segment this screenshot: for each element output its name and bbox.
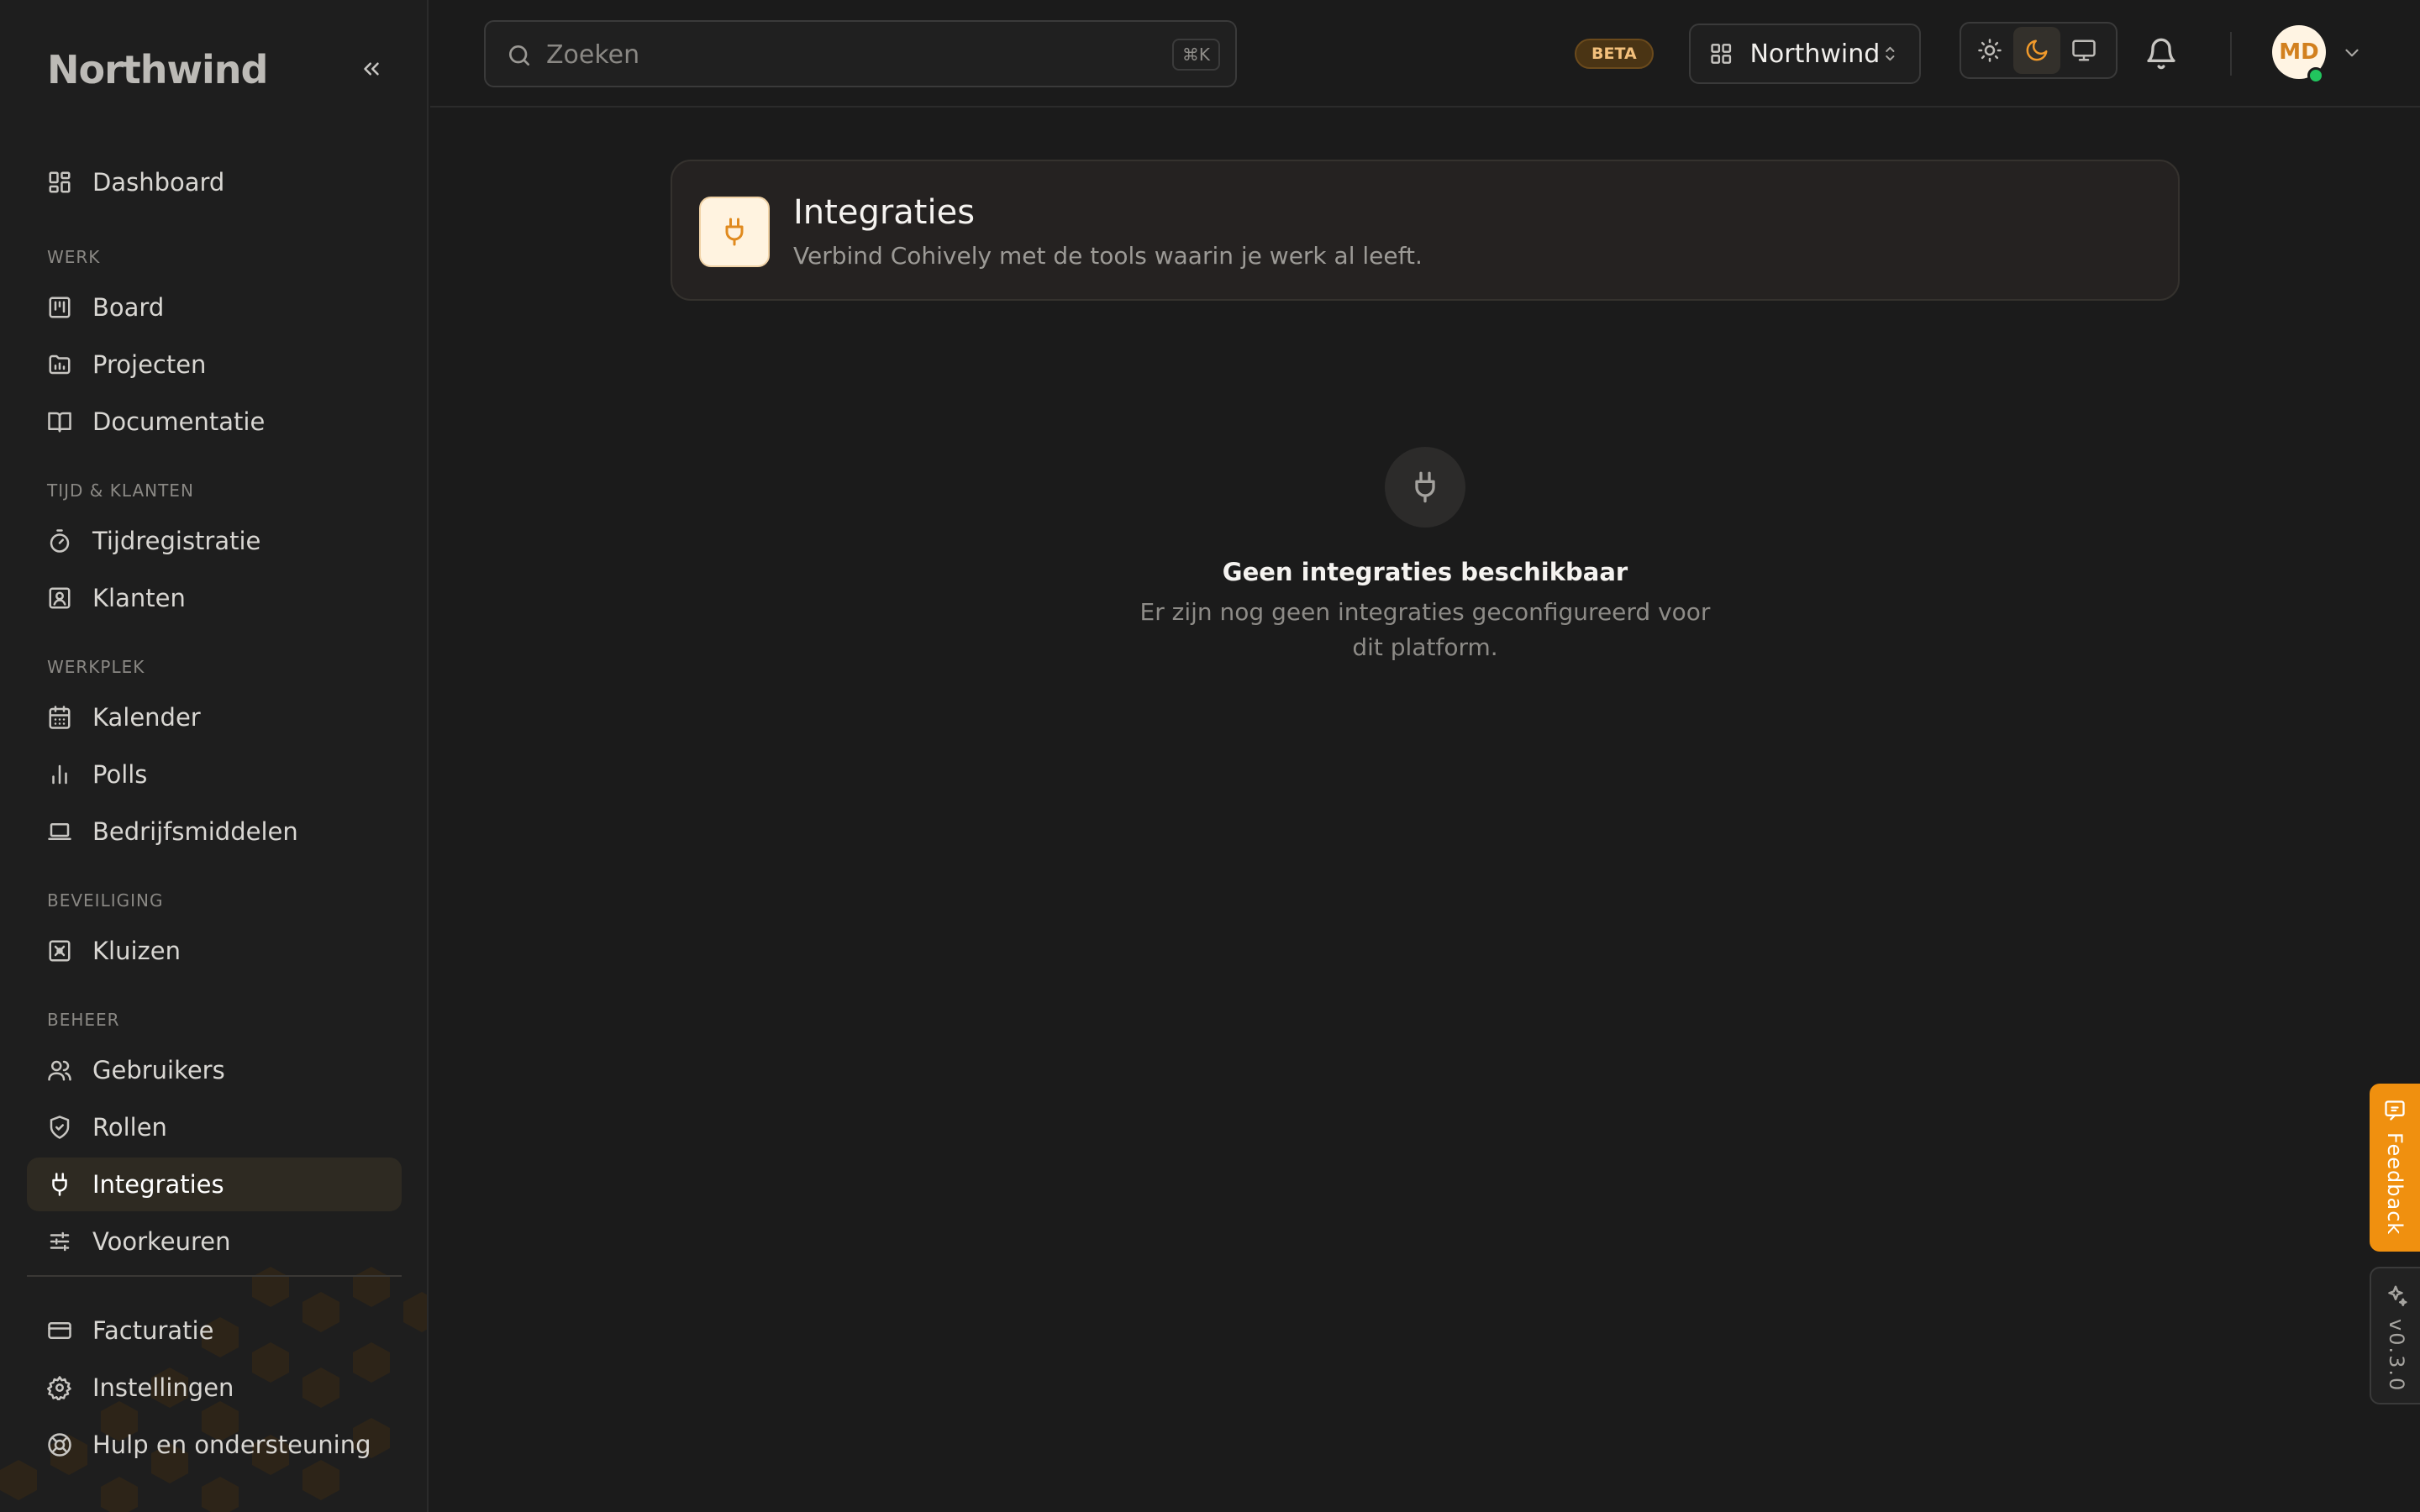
sidebar-item-label: Instellingen	[92, 1373, 234, 1402]
version-label: v0.3.0	[2385, 1319, 2408, 1393]
plug-icon	[725, 218, 744, 246]
plug-icon	[52, 1173, 67, 1196]
users-icon	[48, 1060, 71, 1081]
sun-icon	[1978, 39, 2002, 62]
sidebar-item-label: Facturatie	[92, 1316, 214, 1345]
sliders-icon	[50, 1231, 70, 1252]
stopwatch-icon	[50, 529, 70, 553]
search-shortcut-badge: ⌘K	[1171, 39, 1220, 71]
monitor-icon	[2072, 39, 2096, 61]
sidebar-item-voorkeuren[interactable]: Voorkeuren	[27, 1215, 402, 1268]
feedback-label: Feedback	[2383, 1132, 2407, 1236]
sidebar-item-klanten[interactable]: Klanten	[27, 571, 402, 625]
workspace-label: Northwind	[1749, 39, 1881, 69]
beta-badge: BETA	[1575, 39, 1654, 69]
folder-chart-icon	[49, 354, 71, 375]
search-placeholder: Zoeken	[546, 40, 640, 70]
topbar-divider	[2230, 32, 2232, 76]
sidebar-item-label: Voorkeuren	[92, 1227, 231, 1256]
sidebar-item-label: Board	[92, 293, 165, 322]
sidebar-item-instellingen[interactable]: Instellingen	[27, 1361, 402, 1415]
sidebar-item-polls[interactable]: Polls	[27, 748, 402, 801]
app-logo[interactable]: Northwind	[47, 47, 268, 92]
sidebar-item-integraties[interactable]: Integraties	[27, 1158, 402, 1211]
board-icon	[49, 297, 71, 318]
sidebar-item-label: Dashboard	[92, 168, 225, 197]
theme-toggle-group	[1960, 22, 2118, 79]
empty-state-description: Er zijn nog geen integraties geconfigure…	[1139, 598, 1711, 661]
sidebar-item-rollen[interactable]: Rollen	[27, 1100, 402, 1154]
vault-icon	[49, 940, 71, 962]
page-title: Integraties	[793, 193, 976, 232]
version-tab[interactable]: v0.3.0	[2370, 1267, 2420, 1404]
sidebar-item-label: Integraties	[92, 1170, 224, 1199]
sidebar-item-board[interactable]: Board	[27, 281, 402, 334]
theme-light-button[interactable]	[1966, 27, 2013, 74]
sidebar-item-kluizen[interactable]: Kluizen	[27, 924, 402, 978]
credit-card-icon	[48, 1322, 71, 1339]
sidebar-item-hulp[interactable]: Hulp en ondersteuning	[27, 1418, 402, 1472]
sidebar-item-gebruikers[interactable]: Gebruikers	[27, 1043, 402, 1097]
chevron-down-icon	[2345, 49, 2359, 57]
moon-icon	[2026, 39, 2048, 61]
bar-chart-icon	[52, 764, 67, 785]
section-label-werk: WERK	[47, 247, 101, 267]
plug-icon	[1415, 471, 1435, 503]
contact-card-icon	[49, 587, 71, 609]
sidebar-item-projecten[interactable]: Projecten	[27, 338, 402, 391]
sidebar-item-label: Klanten	[92, 584, 186, 612]
sidebar-item-documentatie[interactable]: Documentatie	[27, 395, 402, 449]
theme-dark-button[interactable]	[2013, 27, 2060, 74]
dashboard-icon	[49, 171, 71, 193]
section-label-werkplek: WERKPLEK	[47, 657, 145, 677]
sidebar-item-label: Rollen	[92, 1113, 167, 1142]
user-menu-button[interactable]	[2341, 42, 2363, 64]
calendar-icon	[49, 706, 71, 729]
search-input[interactable]: Zoeken ⌘K	[484, 20, 1237, 87]
sidebar-divider	[27, 1275, 402, 1277]
online-status-dot	[2307, 67, 2324, 84]
empty-state-title: Geen integraties beschikbaar	[1222, 558, 1628, 586]
page-icon	[699, 197, 770, 267]
gear-icon	[47, 1376, 71, 1400]
workspace-switcher[interactable]: Northwind	[1689, 24, 1921, 84]
sidebar-item-label: Documentatie	[92, 407, 266, 436]
chevrons-up-down-icon	[1886, 46, 1895, 61]
sidebar-item-tijdregistratie[interactable]: Tijdregistratie	[27, 514, 402, 568]
sidebar-item-label: Kluizen	[92, 937, 181, 965]
page-header-card: Integraties Verbind Cohively met de tool…	[671, 160, 2180, 301]
section-label-beveiliging: BEVEILIGING	[47, 890, 164, 911]
sidebar-item-label: Hulp en ondersteuning	[92, 1431, 371, 1459]
sidebar-item-bedrijfsmiddelen[interactable]: Bedrijfsmiddelen	[27, 805, 402, 858]
search-icon	[509, 45, 529, 66]
shield-check-icon	[50, 1116, 70, 1139]
sidebar-item-label: Tijdregistratie	[92, 527, 261, 555]
empty-state-icon	[1385, 447, 1465, 528]
collapse-sidebar-button[interactable]	[355, 52, 388, 86]
message-icon	[2385, 1100, 2405, 1121]
sparkles-icon	[2388, 1285, 2407, 1306]
sidebar-item-label: Bedrijfsmiddelen	[92, 817, 298, 846]
lifebuoy-icon	[48, 1433, 71, 1457]
sidebar-item-dashboard[interactable]: Dashboard	[27, 155, 402, 209]
bell-icon	[2147, 38, 2175, 70]
section-label-tijd-klanten: TIJD & KLANTEN	[47, 480, 194, 501]
sidebar-item-label: Kalender	[92, 703, 201, 732]
page-subtitle: Verbind Cohively met de tools waarin je …	[793, 242, 1423, 270]
sidebar-item-label: Projecten	[92, 350, 207, 379]
laptop-icon	[48, 823, 71, 840]
grid-icon	[1711, 44, 1732, 64]
book-icon	[48, 412, 71, 433]
sidebar-item-label: Polls	[92, 760, 148, 789]
sidebar-item-facturatie[interactable]: Facturatie	[27, 1304, 402, 1357]
chevrons-left-icon	[364, 62, 379, 76]
section-label-beheer: BEHEER	[47, 1010, 120, 1030]
theme-system-button[interactable]	[2060, 27, 2107, 74]
feedback-tab[interactable]: Feedback	[2370, 1084, 2420, 1252]
notifications-button[interactable]	[2144, 37, 2178, 71]
sidebar-item-kalender[interactable]: Kalender	[27, 690, 402, 744]
sidebar: Northwind Dashboard WERK Board Projecten…	[0, 0, 429, 1512]
sidebar-item-label: Gebruikers	[92, 1056, 225, 1084]
